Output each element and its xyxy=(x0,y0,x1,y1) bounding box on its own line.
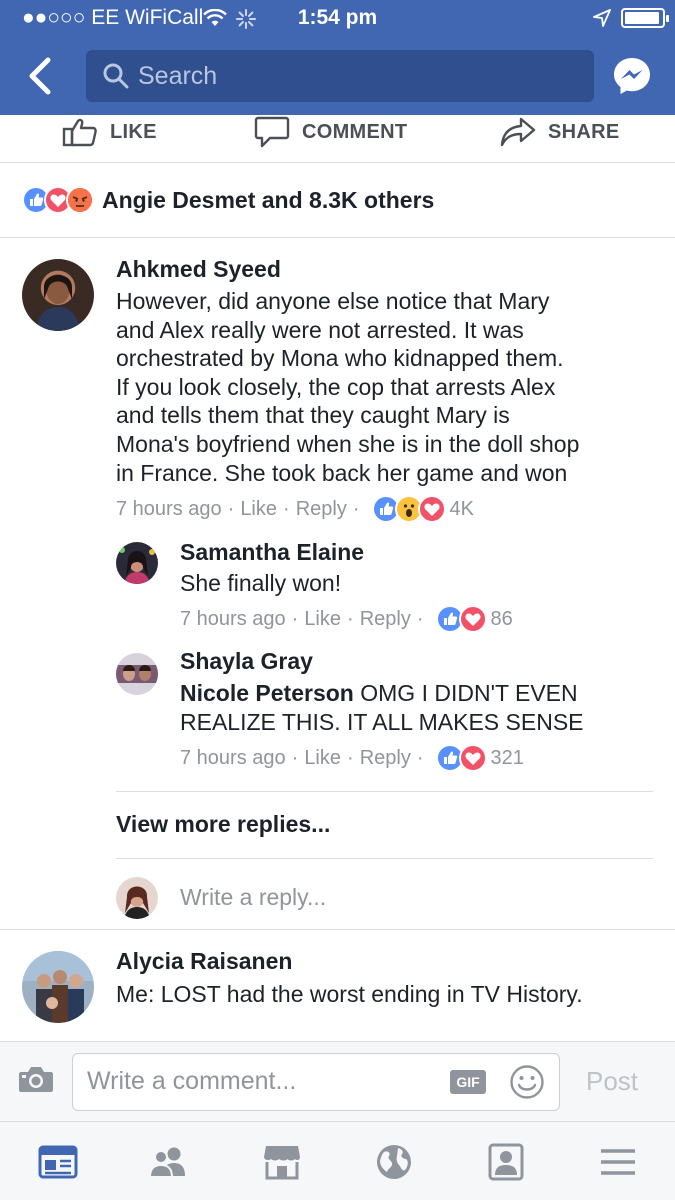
status-right xyxy=(593,8,669,28)
divider xyxy=(116,858,653,859)
love-reaction-icon xyxy=(417,495,446,523)
clock: 1:54 pm xyxy=(297,6,378,29)
menu-icon[interactable] xyxy=(598,1142,638,1182)
reply-reply-link[interactable]: Reply xyxy=(360,608,411,631)
reply-text-line: OMG I DIDN'T EVEN xyxy=(360,680,578,706)
friends-icon[interactable] xyxy=(148,1142,188,1182)
comment-timestamp: 7 hours ago xyxy=(116,497,222,520)
share-arrow-icon xyxy=(500,117,536,147)
avatar[interactable] xyxy=(22,259,94,331)
profile-icon[interactable] xyxy=(486,1142,526,1182)
comment-line: and Alex really were not arrested. It wa… xyxy=(116,316,524,343)
reactions-summary-text: Angie Desmet and 8.3K others xyxy=(102,186,435,213)
status-bar: ●●○○○ EE WiFiCall 1:54 pm xyxy=(0,0,675,38)
reply-timestamp: 7 hours ago xyxy=(180,746,286,769)
comment-line: However, did anyone else notice that Mar… xyxy=(116,288,550,314)
comment-author[interactable]: Ahkmed Syeed xyxy=(116,256,281,283)
comment-line: Mona's boyfriend when she is in the doll… xyxy=(116,430,580,457)
share-label: SHARE xyxy=(548,120,620,143)
avatar[interactable] xyxy=(116,542,158,584)
comment-reply-link[interactable]: Reply xyxy=(296,498,347,521)
comment-line: orchestrated by Mona who kidnapped them. xyxy=(116,345,564,372)
angry-reaction-icon xyxy=(66,186,94,214)
search-bar[interactable] xyxy=(86,50,594,102)
reaction-count: 321 xyxy=(490,746,524,769)
emoji-icon[interactable] xyxy=(509,1064,545,1100)
search-icon xyxy=(103,63,129,89)
view-more-replies-link[interactable]: View more replies... xyxy=(116,811,330,838)
reply-reactions[interactable] xyxy=(435,744,487,772)
comment-like-link[interactable]: Like xyxy=(240,498,277,521)
avatar xyxy=(116,877,158,919)
reply-text: She finally won! xyxy=(180,570,342,596)
speech-bubble-icon xyxy=(254,116,290,148)
reply-text-line: REALIZE THIS. IT ALL MAKES SENSE xyxy=(180,708,584,735)
comment-author[interactable]: Alycia Raisanen xyxy=(116,948,292,975)
search-input[interactable] xyxy=(138,58,578,94)
camera-icon[interactable] xyxy=(18,1064,54,1094)
reply-like-link[interactable]: Like xyxy=(304,747,341,770)
divider xyxy=(0,237,675,238)
post-button[interactable]: Post xyxy=(586,1066,638,1097)
reply-meta: 7 hours ago · Like · Reply · 86 xyxy=(180,605,513,633)
news-feed-icon[interactable] xyxy=(38,1142,78,1182)
avatar[interactable] xyxy=(116,653,158,695)
reactions-summary[interactable]: Angie Desmet and 8.3K others xyxy=(22,183,434,217)
comment-line: in France. She took back her game and wo… xyxy=(116,459,568,486)
reply-input[interactable]: Write a reply... xyxy=(180,884,326,911)
mention-link[interactable]: Nicole Peterson xyxy=(180,680,354,706)
reply-author[interactable]: Shayla Gray xyxy=(180,648,313,675)
globe-icon[interactable] xyxy=(374,1142,414,1182)
divider xyxy=(116,791,653,792)
comment-meta: 7 hours ago · Like · Reply · 4K xyxy=(116,495,474,523)
reply-like-link[interactable]: Like xyxy=(304,608,341,631)
comment-button[interactable]: COMMENT xyxy=(254,115,407,149)
thumbs-up-icon xyxy=(62,118,97,147)
comment-text: Me: LOST had the worst ending in TV Hist… xyxy=(116,981,583,1007)
location-arrow-icon xyxy=(593,9,611,27)
comment-placeholder: Write a comment... xyxy=(87,1067,297,1095)
gif-button[interactable]: GIF xyxy=(450,1070,486,1094)
comment-label: COMMENT xyxy=(302,120,408,143)
reaction-count: 86 xyxy=(490,607,513,630)
comment-text: However, did anyone else notice that Mar… xyxy=(116,287,579,487)
avatar[interactable] xyxy=(22,951,94,1023)
top-bar: ●●○○○ EE WiFiCall 1:54 pm xyxy=(0,0,675,115)
like-button[interactable]: LIKE xyxy=(62,115,157,149)
reaction-count: 4K xyxy=(449,497,474,520)
comment-line: If you look closely, the cop that arrest… xyxy=(116,373,556,400)
tab-bar xyxy=(0,1121,675,1200)
reply-reply-link[interactable]: Reply xyxy=(360,747,411,770)
post-actions: LIKE COMMENT SHARE xyxy=(0,115,675,163)
comment-reactions[interactable] xyxy=(371,495,446,523)
reply-author[interactable]: Samantha Elaine xyxy=(180,539,364,566)
comment-input[interactable]: Write a comment... GIF xyxy=(72,1053,560,1111)
marketplace-icon[interactable] xyxy=(262,1142,302,1182)
comment-composer: Write a comment... GIF Post xyxy=(0,1041,675,1121)
reply-text: Nicole Peterson OMG I DIDN'T EVEN REALIZ… xyxy=(180,679,584,736)
comment-line: and tells them that they caught Mary is xyxy=(116,402,510,429)
love-reaction-icon xyxy=(458,605,487,633)
like-label: LIKE xyxy=(110,120,157,143)
love-reaction-icon xyxy=(458,744,487,772)
reply-meta: 7 hours ago · Like · Reply · 321 xyxy=(180,744,524,772)
battery-icon xyxy=(621,8,669,28)
back-arrow-icon[interactable] xyxy=(24,56,58,96)
messenger-icon[interactable] xyxy=(612,56,652,96)
share-button[interactable]: SHARE xyxy=(500,115,620,149)
divider xyxy=(0,929,675,930)
reply-timestamp: 7 hours ago xyxy=(180,607,286,630)
reply-reactions[interactable] xyxy=(435,605,487,633)
